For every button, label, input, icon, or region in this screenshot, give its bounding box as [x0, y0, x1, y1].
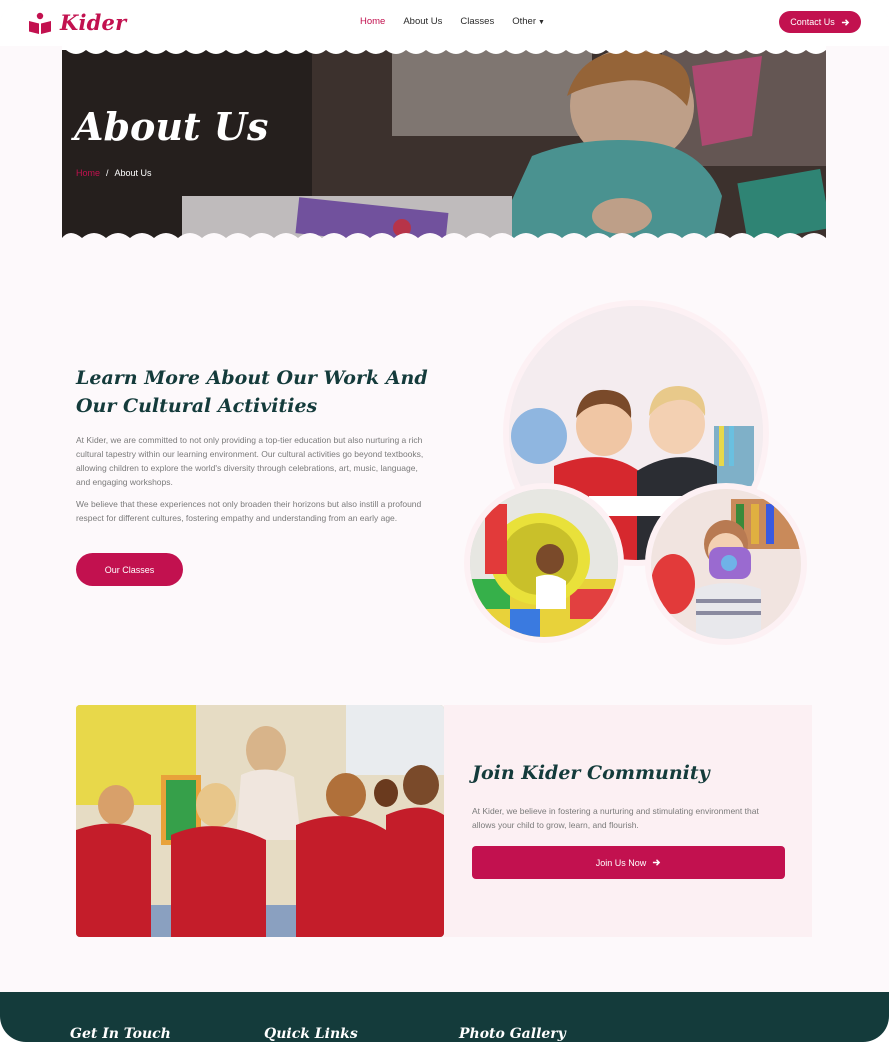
photo-toddler-play-tunnel — [464, 483, 624, 643]
breadcrumb-separator: / — [106, 168, 109, 178]
brand-name: Kider — [60, 10, 127, 35]
top-navbar: Kider Home About Us Classes Other ▼ Conta… — [0, 0, 889, 46]
photo-teacher-with-children — [76, 705, 444, 937]
book-reader-icon — [29, 12, 51, 34]
join-us-now-button[interactable]: Join Us Now — [472, 846, 785, 879]
hero-bottom-scallop — [62, 233, 826, 244]
footer-heading-quick-links: Quick Links — [264, 1026, 358, 1042]
contact-us-label: Contact Us — [790, 17, 835, 27]
hero-banner: About Us Home / About Us — [62, 46, 826, 244]
contact-us-button[interactable]: Contact Us — [779, 11, 861, 33]
footer-heading-contact: Get In Touch — [70, 1026, 171, 1042]
main-menu: Home About Us Classes Other ▼ — [360, 16, 545, 27]
chevron-down-icon: ▼ — [537, 19, 545, 26]
join-description: At Kider, we believe in fostering a nurt… — [472, 806, 759, 830]
our-classes-button[interactable]: Our Classes — [76, 553, 183, 586]
about-paragraph-1: At Kider, we are committed to not only p… — [76, 435, 424, 487]
breadcrumb-home-link[interactable]: Home — [76, 168, 100, 178]
join-heading: Join Kider Community — [472, 762, 710, 784]
site-footer: Get In Touch Quick Links Photo Gallery — [0, 992, 889, 1042]
arrow-right-icon — [841, 18, 849, 26]
hero-top-scallop — [62, 46, 826, 54]
arrow-right-icon — [653, 859, 661, 866]
page-frame: Kider Home About Us Classes Other ▼ Conta… — [0, 0, 889, 1042]
join-us-now-label: Join Us Now — [595, 857, 647, 868]
nav-link-classes[interactable]: Classes — [460, 16, 494, 27]
nav-link-about[interactable]: About Us — [403, 16, 442, 27]
nav-link-other[interactable]: Other — [512, 16, 536, 27]
brand-logo[interactable]: Kider — [28, 10, 126, 35]
nav-link-home[interactable]: Home — [360, 16, 385, 27]
breadcrumb-current: About Us — [114, 168, 152, 178]
breadcrumb: Home / About Us — [76, 168, 152, 178]
photo-girl-with-toy-camera — [645, 483, 807, 645]
about-heading: Learn More About Our Work And Our Cultur… — [76, 367, 428, 417]
page-title: About Us — [74, 104, 269, 149]
nav-dropdown-other[interactable]: Other ▼ — [512, 16, 545, 27]
about-paragraph-2: We believe that these experiences not on… — [76, 499, 422, 523]
footer-heading-gallery: Photo Gallery — [459, 1026, 566, 1042]
